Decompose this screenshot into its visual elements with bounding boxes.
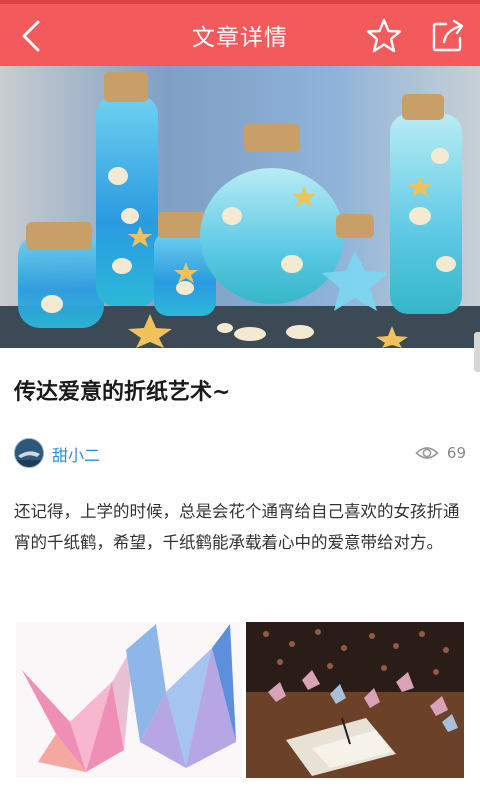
star-outline-icon <box>366 18 402 53</box>
top-bar: 文章详情 <box>0 0 480 66</box>
hero-image <box>0 66 480 348</box>
share-icon <box>432 19 464 52</box>
crane-desk-image <box>246 622 464 778</box>
author-row: 甜小二 69 <box>14 438 466 468</box>
paper-crane-image <box>16 622 242 778</box>
article-title: 传达爱意的折纸艺术~ <box>14 380 231 405</box>
scroll-indicator[interactable] <box>474 332 480 372</box>
view-count: 69 <box>415 441 466 465</box>
article-paragraph: 还记得，上学的时候，总是会花个通宵给自己喜欢的女孩折通宵的千纸鹤，希望，千纸鹤能… <box>14 502 460 552</box>
page-title: 文章详情 <box>192 25 288 51</box>
view-count-value: 69 <box>446 444 466 462</box>
author-name[interactable]: 甜小二 <box>52 442 100 466</box>
share-button[interactable] <box>428 16 468 56</box>
eye-icon <box>415 447 439 459</box>
favorite-button[interactable] <box>364 16 404 56</box>
avatar[interactable] <box>14 438 44 468</box>
